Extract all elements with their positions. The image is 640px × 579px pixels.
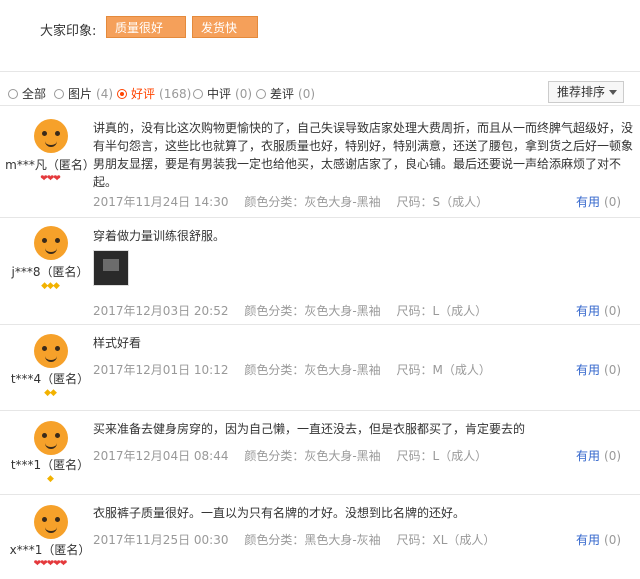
review-meta: 2017年12月04日 08:44 颜色分类：灰色大身-黑袖 尺码：L（成人） bbox=[93, 447, 499, 464]
avatar bbox=[34, 119, 68, 153]
review-size: 尺码：S（成人） bbox=[396, 195, 489, 209]
review-color: 颜色分类：灰色大身-黑袖 bbox=[244, 449, 381, 463]
filter-positive[interactable]: 好评 (168) bbox=[117, 85, 191, 102]
radio-icon[interactable] bbox=[54, 88, 64, 99]
filter-negative[interactable]: 差评 (0) bbox=[256, 85, 315, 102]
buyer-level-badge: ◆◆ bbox=[44, 388, 57, 398]
review-meta: 2017年11月24日 14:30 颜色分类：灰色大身-黑袖 尺码：S（成人） bbox=[93, 193, 500, 210]
buyer-level-badge: ❤❤❤❤❤ bbox=[33, 559, 68, 569]
review-size: 尺码：L（成人） bbox=[396, 449, 488, 463]
review-content: 衣服裤子质量很好。一直以为只有名牌的才好。没想到比名牌的还好。 bbox=[93, 506, 466, 520]
review-content: 穿着做力量训练很舒服。 bbox=[93, 229, 226, 243]
sort-dropdown[interactable]: 推荐排序 bbox=[548, 81, 624, 103]
review-date: 2017年11月25日 00:30 bbox=[93, 533, 229, 547]
review-size: 尺码：XL（成人） bbox=[396, 533, 496, 547]
review-date: 2017年12月03日 20:52 bbox=[93, 304, 229, 318]
review-date: 2017年12月01日 10:12 bbox=[93, 363, 229, 377]
review-username: j***8（匿名） bbox=[11, 265, 89, 279]
sort-label: 推荐排序 bbox=[557, 85, 606, 99]
buyer-level-badge: ❤❤❤ bbox=[40, 174, 61, 184]
review-color: 颜色分类：黑色大身-灰袖 bbox=[244, 533, 381, 547]
useful-button[interactable]: 有用 (0) bbox=[576, 361, 621, 378]
impression-tag-quality[interactable]: 质量很好 (6) bbox=[106, 16, 186, 57]
review-content: 样式好看 bbox=[93, 336, 142, 350]
review-username: t***4（匿名） bbox=[10, 372, 90, 386]
avatar bbox=[34, 505, 68, 539]
review-item: t***4（匿名） ◆◆ 样式好看 2017年12月01日 10:12 颜色分类… bbox=[0, 325, 640, 411]
avatar bbox=[34, 334, 68, 368]
review-item: j***8（匿名） ◆◆◆ 穿着做力量训练很舒服。 2017年12月03日 20… bbox=[0, 218, 640, 325]
review-color: 颜色分类：灰色大身-黑袖 bbox=[244, 304, 381, 318]
review-meta: 2017年12月01日 10:12 颜色分类：灰色大身-黑袖 尺码：M（成人） bbox=[93, 361, 503, 378]
review-size: 尺码：M（成人） bbox=[396, 363, 491, 377]
review-item: t***1（匿名） ◆ 买来准备去健身房穿的，因为自己懒，一直还没去，但是衣服都… bbox=[0, 411, 640, 495]
review-filter-bar: 全部 图片 (4) 好评 (168) 中评 (0) 差评 (0) 推荐排序 bbox=[0, 78, 640, 106]
review-date: 2017年12月04日 08:44 bbox=[93, 449, 229, 463]
filter-all[interactable]: 全部 bbox=[8, 85, 46, 102]
radio-icon[interactable] bbox=[8, 88, 18, 99]
review-content: 买来准备去健身房穿的，因为自己懒，一直还没去，但是衣服都买了，肯定要去的 bbox=[93, 422, 526, 436]
review-username: x***1（匿名） bbox=[9, 543, 91, 557]
avatar bbox=[34, 421, 68, 455]
review-content: 讲真的，没有比这次购物更愉快的了，自己失误导致店家处理大费周折，而且从一而终脾气… bbox=[93, 121, 634, 189]
filter-neutral[interactable]: 中评 (0) bbox=[193, 85, 252, 102]
review-username: m***凡（匿名） bbox=[5, 158, 95, 172]
review-size: 尺码：L（成人） bbox=[396, 304, 488, 318]
buyer-level-badge: ◆ bbox=[47, 474, 54, 484]
avatar bbox=[34, 226, 68, 260]
useful-button[interactable]: 有用 (0) bbox=[576, 193, 621, 210]
useful-button[interactable]: 有用 (0) bbox=[576, 447, 621, 464]
review-item: x***1（匿名） ❤❤❤❤❤ 衣服裤子质量很好。一直以为只有名牌的才好。没想到… bbox=[0, 495, 640, 579]
impression-section: 大家印象: 质量很好 (6) 发货快 (3) bbox=[0, 0, 640, 72]
filter-images[interactable]: 图片 (4) bbox=[54, 85, 113, 102]
review-color: 颜色分类：灰色大身-黑袖 bbox=[244, 195, 381, 209]
radio-icon[interactable] bbox=[117, 88, 127, 99]
review-color: 颜色分类：灰色大身-黑袖 bbox=[244, 363, 381, 377]
review-date: 2017年11月24日 14:30 bbox=[93, 195, 229, 209]
buyer-level-badge: ◆◆◆ bbox=[41, 281, 60, 291]
useful-button[interactable]: 有用 (0) bbox=[576, 302, 621, 319]
review-photo-thumbnail[interactable] bbox=[93, 250, 129, 286]
radio-icon[interactable] bbox=[193, 88, 203, 99]
chevron-down-icon bbox=[609, 90, 617, 95]
useful-button[interactable]: 有用 (0) bbox=[576, 531, 621, 548]
review-item: m***凡（匿名） ❤❤❤ 讲真的，没有比这次购物更愉快的了，自己失误导致店家处… bbox=[0, 107, 640, 218]
review-username: t***1（匿名） bbox=[10, 458, 90, 472]
review-meta: 2017年11月25日 00:30 颜色分类：黑色大身-灰袖 尺码：XL（成人） bbox=[93, 531, 507, 548]
review-meta: 2017年12月03日 20:52 颜色分类：灰色大身-黑袖 尺码：L（成人） bbox=[93, 302, 499, 319]
radio-icon[interactable] bbox=[256, 88, 266, 99]
impression-tag-fast-shipping[interactable]: 发货快 (3) bbox=[192, 16, 258, 57]
impression-label: 大家印象: bbox=[40, 24, 97, 39]
